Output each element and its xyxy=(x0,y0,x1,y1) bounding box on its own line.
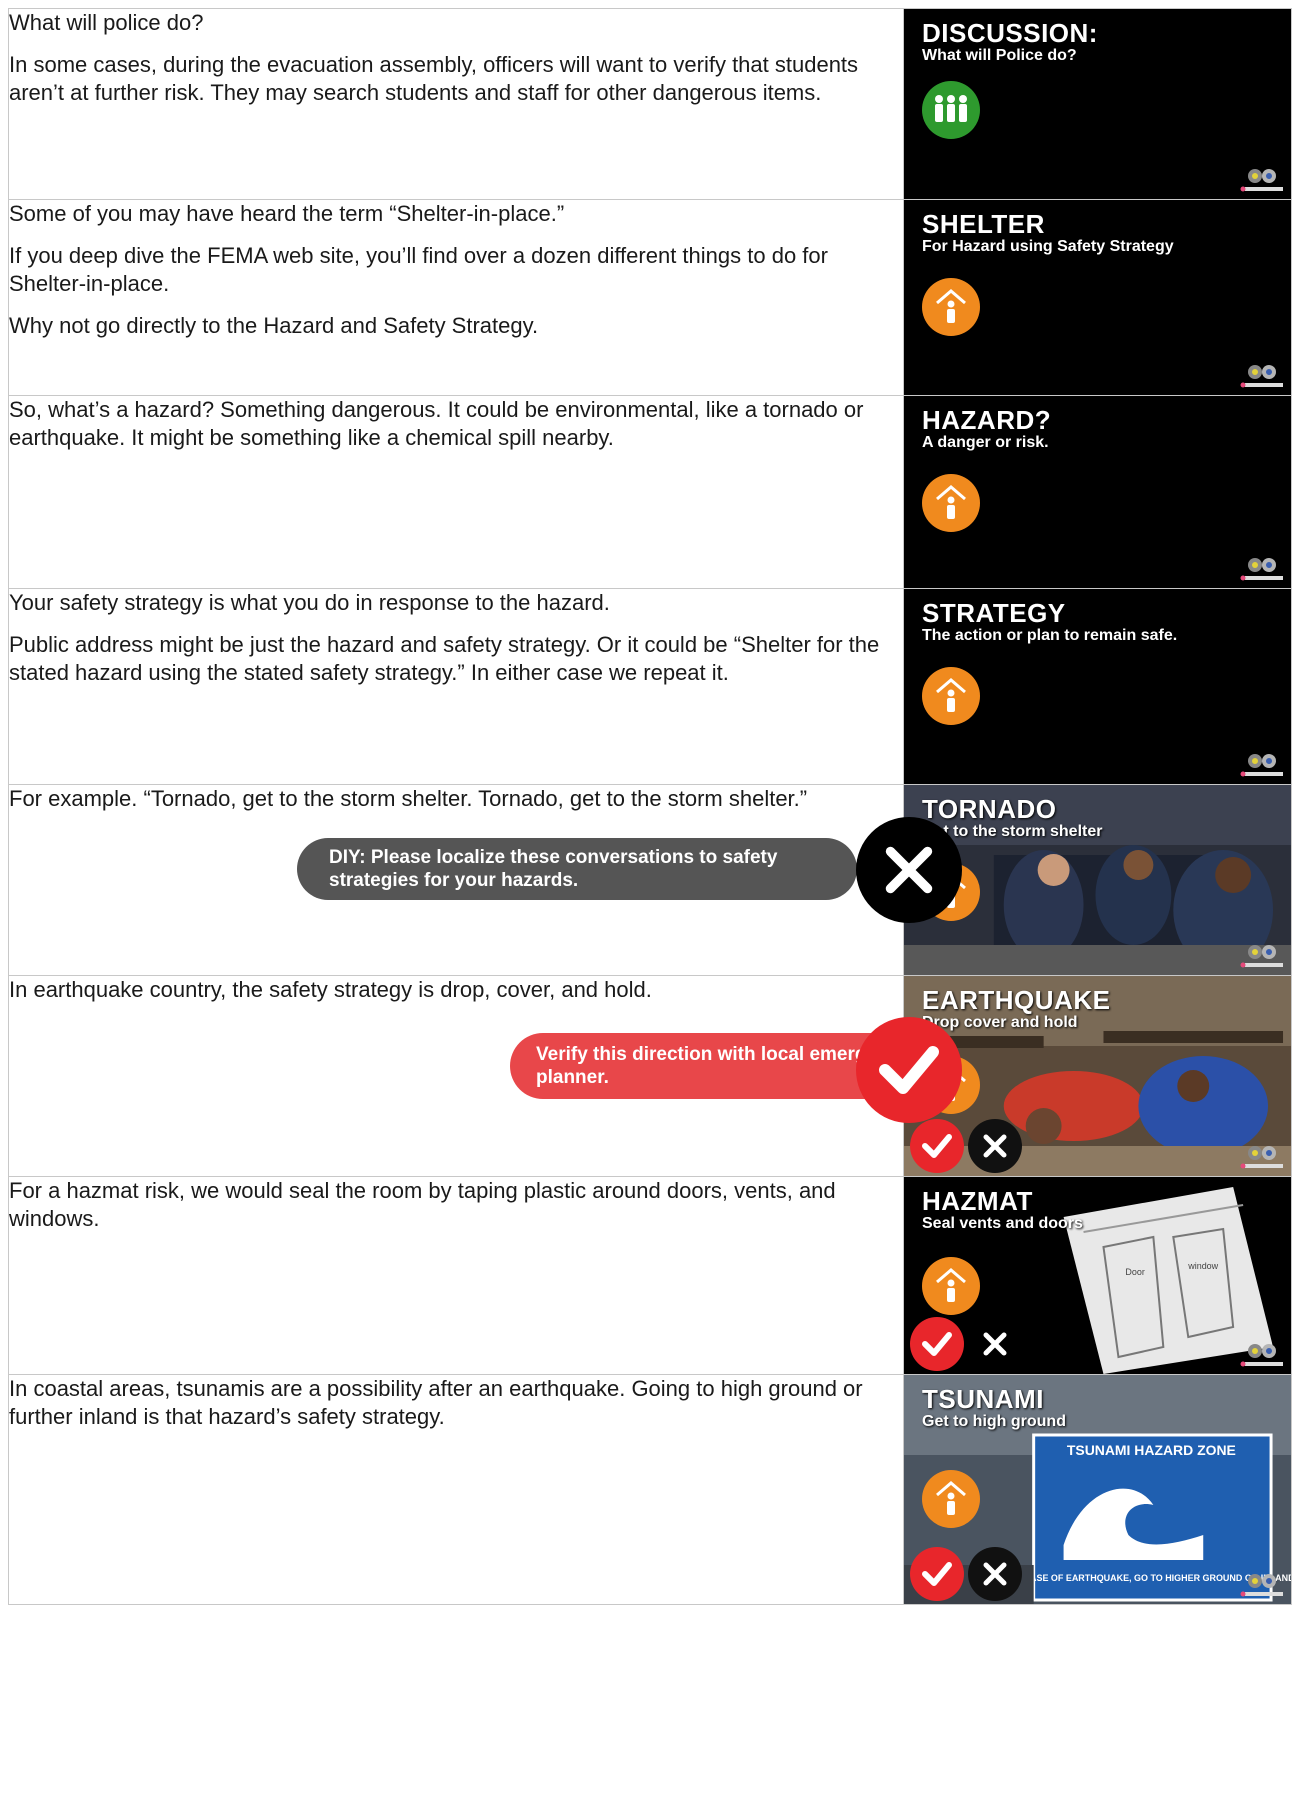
notes-cell: For a hazmat risk, we would seal the roo… xyxy=(8,1176,904,1375)
table-row: What will police do? In some cases, duri… xyxy=(8,8,1292,200)
verify-check-icon xyxy=(910,1119,964,1173)
slide-title: DISCUSSION: xyxy=(922,18,1098,48)
verify-callout: Verify this direction with local emergen… xyxy=(510,1033,910,1099)
notes-paragraph: What will police do? xyxy=(9,10,204,35)
iloveuguys-logo-icon xyxy=(1240,1344,1283,1367)
slide-subtitle: Seal vents and doors xyxy=(922,1215,1083,1232)
slide-title: STRATEGY xyxy=(922,598,1066,628)
slide-cell: Door window HAZMAT Seal vents and doors xyxy=(903,1176,1292,1375)
door-label: Door xyxy=(1125,1267,1144,1277)
iloveuguys-logo-icon xyxy=(1240,754,1283,777)
iloveuguys-logo-icon xyxy=(1240,1146,1283,1169)
notes-cell: So, what’s a hazard? Something dangerous… xyxy=(8,395,904,589)
slide-subtitle: A danger or risk. xyxy=(922,434,1049,451)
table-row: Your safety strategy is what you do in r… xyxy=(8,588,1292,785)
diy-tools-icon xyxy=(968,1317,1022,1371)
notes-paragraph: In some cases, during the evacuation ass… xyxy=(9,52,859,105)
slide-cell: HAZARD? A danger or risk. xyxy=(903,395,1292,589)
slide-cell: TORNADO Get to the storm shelter xyxy=(903,784,1292,976)
table-row: For a hazmat risk, we would seal the roo… xyxy=(8,1176,1292,1375)
table-row: Some of you may have heard the term “She… xyxy=(8,199,1292,396)
slide-subtitle: Get to high ground xyxy=(922,1413,1066,1430)
diy-tools-icon xyxy=(968,1119,1022,1173)
notes-cell: What will police do? In some cases, duri… xyxy=(8,8,904,200)
sign-title: TSUNAMI HAZARD ZONE xyxy=(1067,1442,1236,1458)
verify-callout-text: Verify this direction with local emergen… xyxy=(536,1044,910,1088)
slide-thumbnail[interactable]: Door window HAZMAT Seal vents and doors xyxy=(904,1177,1291,1374)
slide-thumbnail[interactable]: SHELTER For Hazard using Safety Strategy xyxy=(904,200,1291,395)
script-notes-table: What will police do? In some cases, duri… xyxy=(8,8,1292,1605)
window-label: window xyxy=(1187,1261,1218,1271)
group-people-icon xyxy=(922,81,980,139)
notes-paragraph: Public address might be just the hazard … xyxy=(9,632,880,685)
notes-paragraph: If you deep dive the FEMA web site, you’… xyxy=(9,243,828,296)
slide-title: HAZMAT xyxy=(922,1186,1033,1216)
notes-paragraph: Your safety strategy is what you do in r… xyxy=(9,590,610,615)
slide-title: TSUNAMI xyxy=(922,1384,1044,1414)
slide-subtitle: What will Police do? xyxy=(922,47,1077,64)
slide-title: TORNADO xyxy=(922,794,1057,824)
slide-subtitle: The action or plan to remain safe. xyxy=(922,627,1178,644)
slide-title: HAZARD? xyxy=(922,405,1052,435)
table-row: So, what’s a hazard? Something dangerous… xyxy=(8,395,1292,589)
notes-paragraph: In earthquake country, the safety strate… xyxy=(9,977,652,1002)
slide-thumbnail[interactable]: EARTHQUAKE Drop cover and hold xyxy=(904,976,1291,1176)
verify-check-icon xyxy=(910,1547,964,1601)
slide-cell: DISCUSSION: What will Police do? xyxy=(903,8,1292,200)
notes-paragraph: For example. “Tornado, get to the storm … xyxy=(9,786,808,811)
slide-cell: EARTHQUAKE Drop cover and hold xyxy=(903,975,1292,1177)
diy-callout: DIY: Please localize these conversations… xyxy=(297,838,857,900)
notes-paragraph: So, what’s a hazard? Something dangerous… xyxy=(9,397,864,450)
diy-callout-text: DIY: Please localize these conversations… xyxy=(329,847,778,891)
slide-cell: TSUNAMI HAZARD ZONE IN CASE OF EARTHQUAK… xyxy=(903,1374,1292,1605)
iloveuguys-logo-icon xyxy=(1240,365,1283,388)
slide-thumbnail[interactable]: STRATEGY The action or plan to remain sa… xyxy=(904,589,1291,784)
verify-check-icon xyxy=(910,1317,964,1371)
slide-thumbnail[interactable]: TORNADO Get to the storm shelter xyxy=(904,785,1291,975)
shelter-person-icon xyxy=(922,667,980,725)
shelter-person-icon xyxy=(922,278,980,336)
iloveuguys-logo-icon xyxy=(1240,558,1283,581)
notes-cell: In coastal areas, tsunamis are a possibi… xyxy=(8,1374,904,1605)
iloveuguys-logo-icon xyxy=(1240,169,1283,192)
diy-tools-icon xyxy=(968,1547,1022,1601)
slide-thumbnail[interactable]: DISCUSSION: What will Police do? xyxy=(904,9,1291,199)
iloveuguys-logo-icon xyxy=(1240,1574,1283,1597)
shelter-person-icon xyxy=(922,1470,980,1528)
shelter-person-icon xyxy=(922,474,980,532)
notes-paragraph: In coastal areas, tsunamis are a possibi… xyxy=(9,1376,863,1429)
slide-thumbnail[interactable]: TSUNAMI HAZARD ZONE IN CASE OF EARTHQUAK… xyxy=(904,1375,1291,1604)
notes-paragraph: For a hazmat risk, we would seal the roo… xyxy=(9,1178,836,1231)
diy-tools-icon xyxy=(856,817,962,923)
shelter-person-icon xyxy=(922,1257,980,1315)
slide-title: SHELTER xyxy=(922,209,1045,239)
notes-cell: Some of you may have heard the term “She… xyxy=(8,199,904,396)
slide-cell: SHELTER For Hazard using Safety Strategy xyxy=(903,199,1292,396)
notes-paragraph: Some of you may have heard the term “She… xyxy=(9,201,565,226)
verify-check-icon xyxy=(856,1017,962,1123)
slide-subtitle: For Hazard using Safety Strategy xyxy=(922,238,1174,255)
slide-subtitle: Drop cover and hold xyxy=(922,1014,1078,1031)
notes-paragraph: Why not go directly to the Hazard and Sa… xyxy=(9,313,539,338)
slide-cell: STRATEGY The action or plan to remain sa… xyxy=(903,588,1292,785)
iloveuguys-logo-icon xyxy=(1240,945,1283,968)
notes-cell: Your safety strategy is what you do in r… xyxy=(8,588,904,785)
slide-thumbnail[interactable]: HAZARD? A danger or risk. xyxy=(904,396,1291,588)
slide-title: EARTHQUAKE xyxy=(922,985,1111,1015)
table-row: In coastal areas, tsunamis are a possibi… xyxy=(8,1374,1292,1605)
